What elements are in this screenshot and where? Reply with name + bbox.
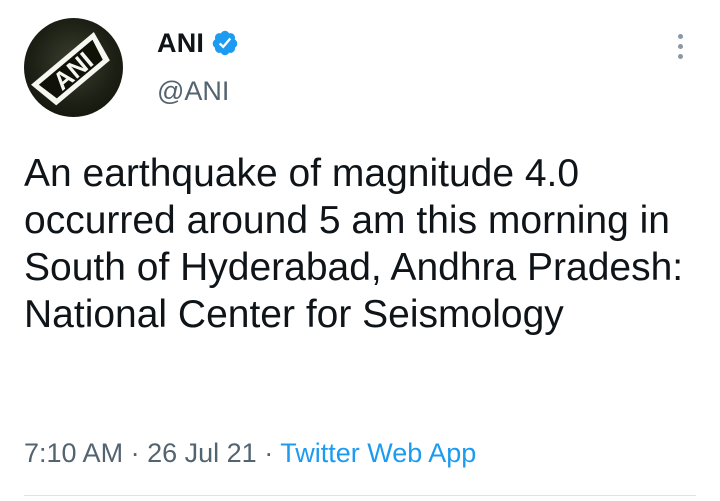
ani-logo: ANI <box>31 32 110 106</box>
author-handle[interactable]: @ANI <box>157 76 229 107</box>
author-display-name[interactable]: ANI <box>157 28 204 59</box>
meta-separator: · <box>130 438 140 468</box>
meta-separator: · <box>264 438 274 468</box>
more-vertical-icon-dot <box>677 53 683 59</box>
more-options-button[interactable] <box>664 28 696 64</box>
tweet-time[interactable]: 7:10 AM <box>24 438 123 468</box>
tweet-source-link[interactable]: Twitter Web App <box>280 438 476 468</box>
avatar[interactable]: ANI <box>24 18 123 117</box>
more-vertical-icon-dot <box>677 43 683 49</box>
divider <box>24 495 696 496</box>
tweet-metadata: 7:10 AM · 26 Jul 21 · Twitter Web App <box>24 438 476 469</box>
tweet-date[interactable]: 26 Jul 21 <box>147 438 257 468</box>
tweet-text: An earthquake of magnitude 4.0 occurred … <box>24 152 684 336</box>
more-vertical-icon <box>677 33 683 39</box>
verified-badge-icon <box>212 30 238 56</box>
author-name-row: ANI <box>157 27 239 59</box>
